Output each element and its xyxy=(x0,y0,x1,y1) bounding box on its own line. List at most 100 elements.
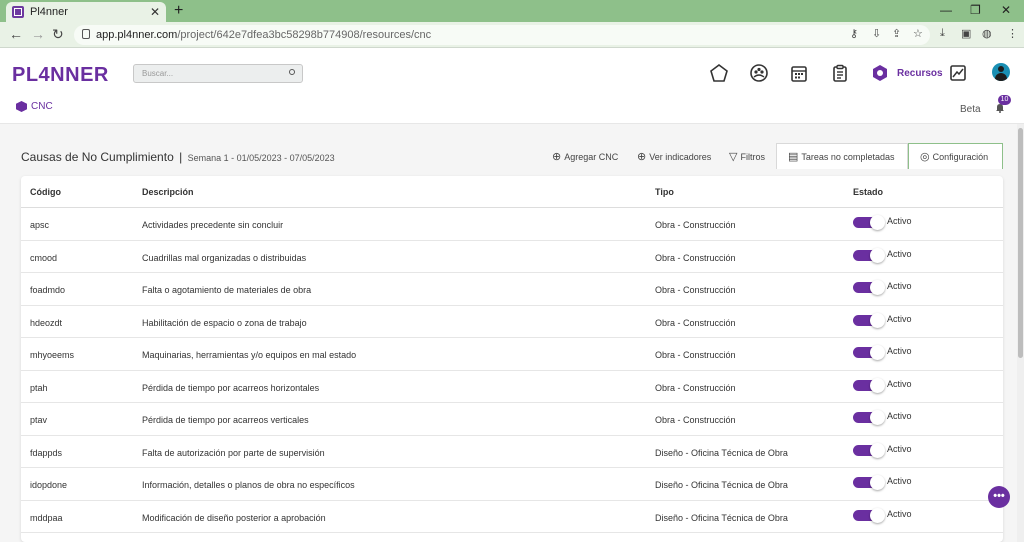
status-toggle[interactable] xyxy=(853,312,885,328)
cell-status: Activo xyxy=(887,313,912,324)
cell-status: Activo xyxy=(887,346,912,356)
cell-description: Falta de autorización por parte de super… xyxy=(142,447,325,458)
reload-icon[interactable]: ↻ xyxy=(52,26,64,43)
home-pentagon-icon[interactable] xyxy=(709,63,729,83)
url-host: app.pl4nner.com xyxy=(96,29,178,41)
minimize-icon[interactable]: — xyxy=(940,3,952,17)
forward-icon[interactable]: → xyxy=(31,26,45,42)
cell-type: Obra - Construcción xyxy=(655,220,736,230)
header-type[interactable]: Tipo xyxy=(655,187,674,197)
status-toggle[interactable] xyxy=(853,280,885,295)
restore-icon[interactable]: ❐ xyxy=(970,3,981,17)
cell-status: Activo xyxy=(887,281,912,291)
sidepanel-icon[interactable]: ▣ xyxy=(961,27,971,40)
browser-tab-title: Pl4nner xyxy=(30,6,68,18)
browser-tab[interactable]: Pl4nner ✕ xyxy=(6,2,166,22)
header-description[interactable]: Descripción xyxy=(142,187,194,197)
cell-code: mhyoeems xyxy=(30,350,75,360)
cell-description: Habilitación de espacio o zona de trabaj… xyxy=(142,317,307,328)
status-toggle[interactable] xyxy=(853,475,885,490)
cell-status: Activo xyxy=(887,443,912,454)
status-toggle[interactable] xyxy=(853,247,885,263)
share-icon[interactable]: ⇪ xyxy=(892,27,901,40)
search-placeholder: Buscar... xyxy=(142,69,174,78)
cell-type: Diseño - Oficina Técnica de Obra xyxy=(655,447,788,458)
window-close-icon[interactable]: ✕ xyxy=(1001,3,1011,17)
status-toggle[interactable] xyxy=(853,345,885,360)
globe-icon: ⊕ xyxy=(637,151,647,163)
table-row[interactable]: ptav Pérdida de tiempo por acarreos verti… xyxy=(21,403,1003,436)
beta-label: Beta xyxy=(960,104,981,115)
browser-toolbar: ← → ↻ app.pl4nner.com/project/642e7dfea3… xyxy=(0,22,1024,48)
table-row[interactable]: foadmdo Falta o agotamiento de materiales… xyxy=(21,273,1003,306)
recursos-nav-label[interactable]: Recursos xyxy=(897,68,943,79)
cell-type: Diseño - Oficina Técnica de Obra xyxy=(655,512,788,523)
status-toggle[interactable] xyxy=(853,377,885,393)
cell-status: Activo xyxy=(887,378,912,389)
key-icon[interactable]: ⚷ xyxy=(850,27,858,40)
status-toggle[interactable] xyxy=(853,215,885,230)
page-title: Causas de No Cumplimiento | Semana 1 - 0… xyxy=(21,150,335,164)
table-row[interactable]: idopdone Información, detalles o planos d… xyxy=(21,468,1003,501)
cnc-table: Código Descripción Tipo Estado apsc Activ… xyxy=(21,176,1003,542)
back-icon[interactable]: ← xyxy=(9,26,23,42)
table-row[interactable]: cmood Cuadrillas mal organizadas o distri… xyxy=(21,241,1003,273)
tab-configuration[interactable]: ◎ Configuración xyxy=(920,150,988,163)
install-icon[interactable]: ⇩ xyxy=(872,27,881,40)
cell-type: Obra - Construcción xyxy=(655,350,736,360)
table-row[interactable]: ptah Pérdida de tiempo por acarreos horiz… xyxy=(21,371,1003,403)
add-cnc-label: Agregar CNC xyxy=(564,151,619,162)
add-cnc-button[interactable]: ⊕ Agregar CNC xyxy=(552,150,618,163)
recursos-hexagon-icon[interactable] xyxy=(870,63,890,83)
cell-status: Activo xyxy=(887,411,912,421)
cell-code: hdeozdt xyxy=(30,317,63,328)
view-indicators-button[interactable]: ⊕ Ver indicadores xyxy=(637,150,711,163)
status-toggle[interactable] xyxy=(853,507,885,523)
breadcrumb[interactable]: CNC xyxy=(16,101,53,112)
team-icon[interactable] xyxy=(749,63,769,83)
calendar-icon[interactable] xyxy=(789,63,809,83)
cell-description: Cuadrillas mal organizadas o distribuida… xyxy=(142,252,307,263)
header-status[interactable]: Estado xyxy=(853,187,883,197)
close-tab-icon[interactable]: ✕ xyxy=(150,5,160,19)
configuration-label: Configuración xyxy=(932,151,989,162)
new-tab-button[interactable]: + xyxy=(174,2,183,20)
cell-type: Obra - Construcción xyxy=(655,285,736,295)
analytics-chart-icon[interactable] xyxy=(948,63,968,83)
status-toggle[interactable] xyxy=(853,410,885,425)
filters-button[interactable]: ▽ Filtros xyxy=(729,150,765,163)
app-logo[interactable]: PL4NNER xyxy=(12,64,109,87)
clipboard-icon[interactable] xyxy=(830,63,850,83)
filters-label: Filtros xyxy=(740,151,765,162)
browser-tab-strip: Pl4nner ✕ + — ❐ ✕ xyxy=(0,0,1024,22)
cell-code: apsc xyxy=(30,220,50,230)
download-icon[interactable]: ⤓ xyxy=(940,27,945,40)
search-input[interactable]: Buscar... xyxy=(133,64,303,83)
cell-status: Activo xyxy=(887,248,912,259)
browser-menu-icon[interactable]: ⋮ xyxy=(1007,27,1018,40)
notification-badge: 10 xyxy=(998,95,1011,105)
page-scrollbar-thumb[interactable] xyxy=(1018,128,1023,358)
user-avatar[interactable] xyxy=(992,63,1010,81)
more-options-button[interactable]: ••• xyxy=(988,486,1010,508)
page-title-text: Causas de No Cumplimiento xyxy=(21,150,174,164)
cell-description: Falta o agotamiento de materiales de obr… xyxy=(142,285,312,295)
cell-type: Obra - Construcción xyxy=(655,317,736,328)
cell-type: Diseño - Oficina Técnica de Obra xyxy=(655,480,788,490)
week-range: Semana 1 - 01/05/2023 - 07/05/2023 xyxy=(187,153,335,163)
cell-status: Activo xyxy=(887,476,912,486)
table-row[interactable]: mhyoeems Maquinarias, herramientas y/o eq… xyxy=(21,338,1003,371)
address-bar[interactable]: app.pl4nner.com/project/642e7dfea3bc5829… xyxy=(74,25,930,45)
bookmark-star-icon[interactable]: ☆ xyxy=(913,27,923,40)
table-row[interactable]: fdappds Falta de autorización por parte d… xyxy=(21,436,1003,468)
search-icon[interactable] xyxy=(289,69,295,75)
status-toggle[interactable] xyxy=(853,442,885,458)
table-row[interactable]: mddpaa Modificación de diseño posterior a… xyxy=(21,501,1003,533)
tab-incomplete-tasks[interactable]: ▤ Tareas no completadas xyxy=(788,150,894,163)
profile-icon[interactable]: ◍ xyxy=(982,27,992,40)
clipboard-list-icon: ▤ xyxy=(788,151,799,163)
header-code[interactable]: Código xyxy=(30,187,61,197)
table-row[interactable]: hdeozdt Habilitación de espacio o zona de… xyxy=(21,306,1003,338)
table-row[interactable]: apsc Actividades precedente sin concluir O… xyxy=(21,208,1003,241)
filter-icon: ▽ xyxy=(729,151,738,163)
